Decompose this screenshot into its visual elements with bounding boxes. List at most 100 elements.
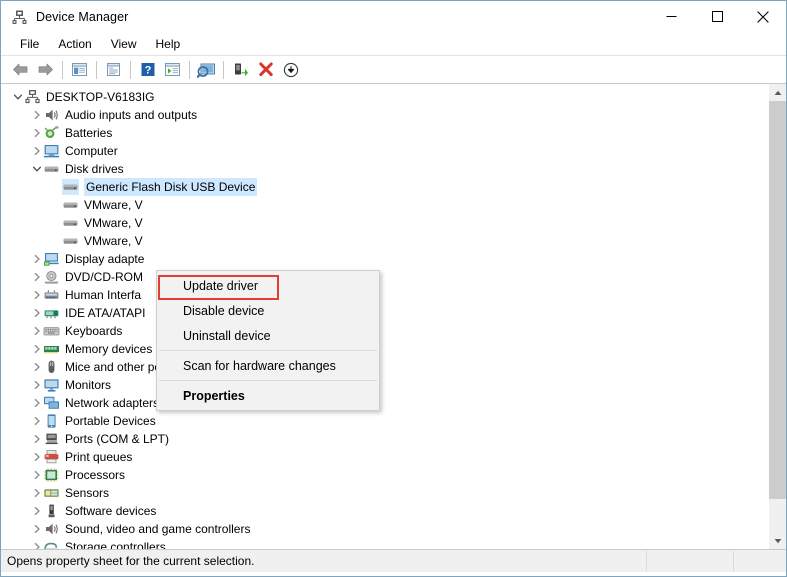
tree-item[interactable]: Batteries (1, 124, 768, 142)
computer-icon (43, 143, 60, 159)
tree-item[interactable]: Disk drives (1, 160, 768, 178)
tree-item[interactable]: Print queues (1, 448, 768, 466)
keyboard-icon (43, 323, 60, 339)
tree-item[interactable]: Audio inputs and outputs (1, 106, 768, 124)
ide-icon (43, 305, 60, 321)
tree-item[interactable]: Display adapte (1, 250, 768, 268)
vertical-scrollbar[interactable] (768, 84, 786, 549)
chevron-right-icon[interactable] (30, 358, 43, 376)
chevron-right-icon[interactable] (30, 430, 43, 448)
properties-icon[interactable] (101, 58, 126, 81)
network-adapter-icon (43, 395, 60, 411)
tree-item-label: Disk drives (65, 162, 124, 176)
help-icon[interactable]: ? (135, 58, 160, 81)
device-manager-icon (11, 9, 28, 26)
tree-item[interactable]: Sound, video and game controllers (1, 520, 768, 538)
close-button[interactable] (740, 1, 786, 32)
tree-item[interactable]: IDE ATA/ATAPI (1, 304, 768, 322)
chevron-right-icon[interactable] (30, 394, 43, 412)
disk-drive-icon (62, 215, 79, 231)
tree-item[interactable]: DESKTOP-V6183IG (1, 88, 768, 106)
back-icon[interactable] (8, 58, 33, 81)
chevron-right-icon[interactable] (30, 466, 43, 484)
context-menu-item-disable-device[interactable]: Disable device (157, 298, 379, 323)
menu-view[interactable]: View (102, 35, 146, 53)
tree-item[interactable]: Human Interfa (1, 286, 768, 304)
toolbar-separator (189, 60, 190, 79)
tree-item[interactable]: Monitors (1, 376, 768, 394)
enable-device-icon[interactable] (228, 58, 253, 81)
tree-item-label: Batteries (65, 126, 113, 140)
tree-item-label: Portable Devices (65, 414, 156, 428)
memory-icon (43, 341, 60, 357)
chevron-down-icon[interactable] (11, 88, 24, 106)
tree-item[interactable]: DVD/CD-ROM (1, 268, 768, 286)
tree-item[interactable]: Storage controllers (1, 538, 768, 550)
tree-item[interactable]: Software devices (1, 502, 768, 520)
window-title: Device Manager (36, 10, 129, 24)
context-menu-item-uninstall-device[interactable]: Uninstall device (157, 323, 379, 348)
menu-action[interactable]: Action (49, 35, 100, 53)
tree-item[interactable]: VMware, V (1, 196, 768, 214)
chevron-right-icon[interactable] (30, 448, 43, 466)
chevron-right-icon[interactable] (30, 250, 43, 268)
chevron-right-icon[interactable] (30, 286, 43, 304)
tree-item[interactable]: Memory devices (1, 340, 768, 358)
scroll-down-arrow-icon[interactable] (769, 532, 786, 549)
menu-help[interactable]: Help (147, 35, 190, 53)
uninstall-device-icon[interactable] (253, 58, 278, 81)
tree-item[interactable]: VMware, V (1, 232, 768, 250)
context-menu-item-scan-for-hardware-changes[interactable]: Scan for hardware changes (157, 353, 379, 378)
tree-item[interactable]: Sensors (1, 484, 768, 502)
chevron-right-icon[interactable] (30, 124, 43, 142)
chevron-right-icon[interactable] (30, 340, 43, 358)
tree-item-label: DVD/CD-ROM (65, 270, 143, 284)
forward-icon[interactable] (33, 58, 58, 81)
chevron-right-icon[interactable] (30, 520, 43, 538)
tree-item-label: Network adapters (65, 396, 160, 410)
menu-file[interactable]: File (11, 35, 48, 53)
chevron-right-icon[interactable] (30, 376, 43, 394)
tree-item-label: Monitors (65, 378, 112, 392)
tree-item[interactable]: VMware, V (1, 214, 768, 232)
maximize-button[interactable] (694, 1, 740, 32)
tree-item[interactable]: Keyboards (1, 322, 768, 340)
scroll-up-arrow-icon[interactable] (769, 84, 786, 101)
minimize-button[interactable] (648, 1, 694, 32)
processor-icon (43, 467, 60, 483)
chevron-right-icon[interactable] (30, 484, 43, 502)
chevron-right-icon[interactable] (30, 106, 43, 124)
chevron-right-icon[interactable] (30, 322, 43, 340)
chevron-right-icon[interactable] (30, 304, 43, 322)
sensor-icon (43, 485, 60, 501)
chevron-right-icon[interactable] (30, 412, 43, 430)
context-menu[interactable]: Update driver Disable device Uninstall dev… (156, 270, 380, 411)
show-hide-console-tree-icon[interactable] (67, 58, 92, 81)
battery-icon (43, 125, 60, 141)
context-menu-item-update-driver[interactable]: Update driver (157, 273, 379, 298)
tree-item[interactable]: Processors (1, 466, 768, 484)
toolbar-separator (62, 60, 63, 79)
disk-drive-icon (43, 161, 60, 177)
tree-item[interactable]: Portable Devices (1, 412, 768, 430)
install-legacy-hardware-icon[interactable] (278, 58, 303, 81)
chevron-right-icon[interactable] (30, 268, 43, 286)
chevron-right-icon[interactable] (30, 142, 43, 160)
tree-item[interactable]: Mice and other pointing devices (1, 358, 768, 376)
scrollbar-thumb[interactable] (769, 101, 786, 499)
tree-item[interactable]: Generic Flash Disk USB Device (1, 178, 768, 196)
tree-item-label: Storage controllers (65, 540, 166, 550)
tree-item[interactable]: Network adapters (1, 394, 768, 412)
toolbar-separator (96, 60, 97, 79)
chevron-down-icon[interactable] (30, 160, 43, 178)
tree-item[interactable]: Ports (COM & LPT) (1, 430, 768, 448)
device-tree[interactable]: DESKTOP-V6183IG Audio inputs and outputs B… (1, 88, 768, 549)
chevron-right-icon[interactable] (30, 538, 43, 549)
tree-item[interactable]: Computer (1, 142, 768, 160)
toolbar-separator (223, 60, 224, 79)
update-driver-icon[interactable] (160, 58, 185, 81)
context-menu-item-properties[interactable]: Properties (157, 383, 379, 408)
scan-hardware-changes-icon[interactable] (194, 58, 219, 81)
chevron-right-icon[interactable] (30, 502, 43, 520)
